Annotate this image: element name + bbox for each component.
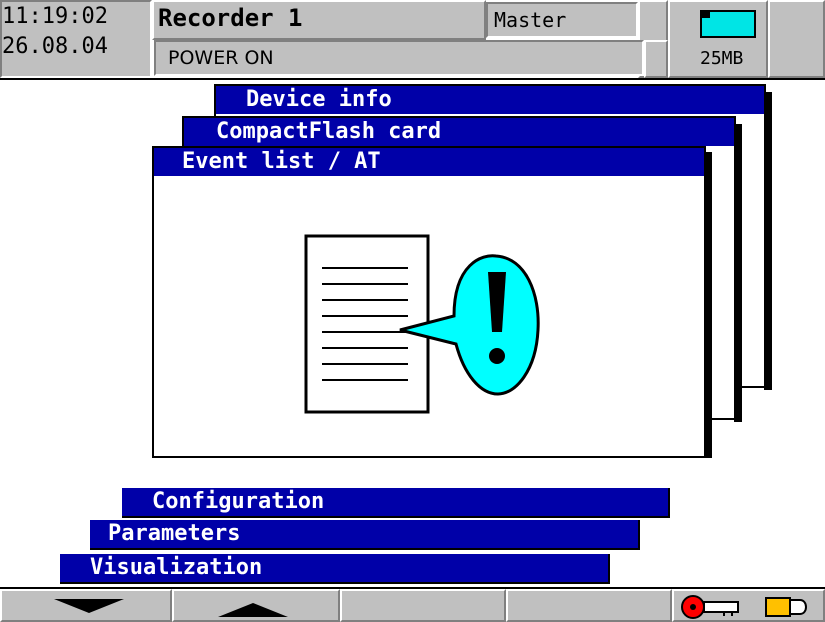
window-title: CompactFlash card: [184, 118, 734, 146]
window-title: Event list / AT: [154, 148, 704, 176]
memory-level-icon: [700, 10, 756, 38]
menu-parameters[interactable]: Parameters: [90, 520, 640, 550]
window-title: Device info: [216, 86, 764, 114]
power-state-panel: POWER ON: [154, 40, 644, 76]
window-event-list[interactable]: Event list / AT: [152, 146, 706, 458]
status-spacer-2: [644, 40, 668, 78]
softkey-bar: [0, 587, 825, 622]
softkey-up[interactable]: [172, 589, 340, 622]
status-icons-panel: [672, 589, 825, 622]
clock-time: 11:19:02: [2, 4, 108, 29]
event-list-title: Event list / AT: [182, 149, 381, 174]
clock-date: 26.08.04: [2, 34, 108, 59]
lock-key-icon: [681, 595, 739, 619]
menu-configuration[interactable]: Configuration: [122, 488, 670, 518]
cf-card-icon: [765, 597, 807, 617]
memory-panel: 25MB: [668, 0, 768, 78]
softkey-3[interactable]: [340, 589, 506, 622]
status-bar: 11:19:02 26.08.04 Recorder 1 Master POWE…: [0, 0, 825, 80]
menu-parameters-label: Parameters: [108, 521, 241, 546]
softkey-4[interactable]: [506, 589, 672, 622]
role-panel: Master: [486, 2, 638, 38]
softkey-down[interactable]: [0, 589, 172, 622]
event-list-icon: [304, 234, 540, 414]
menu-configuration-label: Configuration: [152, 489, 325, 514]
role-label: Master: [494, 8, 567, 32]
memory-size: 25MB: [700, 48, 744, 69]
menu-visualization[interactable]: Visualization: [60, 554, 610, 584]
recorder-screen: 11:19:02 26.08.04 Recorder 1 Master POWE…: [0, 0, 825, 622]
status-spacer-3: [768, 0, 825, 78]
arrow-up-icon: [218, 603, 288, 617]
compactflash-title: CompactFlash card: [216, 119, 442, 144]
menu-visualization-label: Visualization: [90, 555, 263, 580]
power-state: POWER ON: [168, 47, 274, 69]
device-info-title: Device info: [246, 87, 392, 112]
clock-panel: 11:19:02 26.08.04: [0, 0, 152, 78]
recorder-name: Recorder 1: [158, 4, 303, 32]
recorder-name-panel: Recorder 1: [152, 0, 486, 40]
arrow-down-icon: [54, 599, 124, 613]
